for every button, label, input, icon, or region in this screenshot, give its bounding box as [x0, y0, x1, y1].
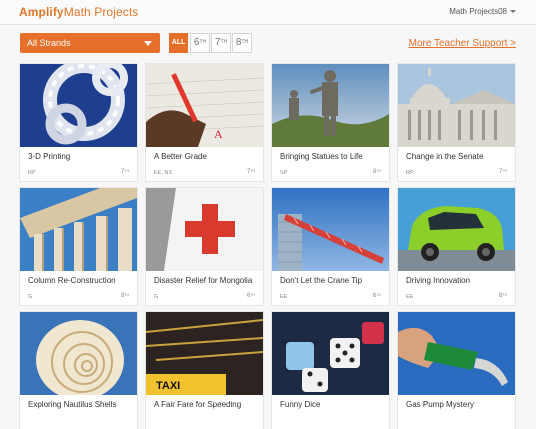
project-title: Don't Let the Crane Tip: [280, 276, 363, 285]
strand-select-value: All Strands: [27, 38, 71, 48]
project-grade: 6TH: [373, 293, 381, 299]
project-image: [272, 64, 389, 147]
project-grade: 6TH: [247, 293, 255, 299]
project-title: Funny Dice: [280, 400, 321, 409]
grade-suffix: TH: [124, 169, 129, 173]
project-card-column-re-construction[interactable]: Column Re-Construction G 8TH: [20, 188, 137, 305]
project-title: Gas Pump Mystery: [406, 400, 475, 409]
project-title: A Fair Fare for Speeding: [154, 400, 242, 409]
project-image: [20, 312, 137, 395]
grade-suffix: TH: [376, 293, 381, 297]
project-image: TAXI: [146, 312, 263, 395]
project-strand: G: [154, 294, 159, 300]
project-card-dont-let-the-crane-tip[interactable]: Don't Let the Crane Tip EE 6TH: [272, 188, 389, 305]
project-strand: RP: [28, 170, 36, 176]
grade-filter-all-label: ALL: [171, 39, 186, 46]
project-card-bringing-statues-to-life[interactable]: Bringing Statues to Life SP 8TH: [272, 64, 389, 181]
project-title: Column Re-Construction: [28, 276, 116, 285]
strand-select[interactable]: All Strands: [20, 33, 160, 53]
dropdown-arrow-icon: [144, 41, 152, 46]
project-card-exploring-nautilus-shells[interactable]: Exploring Nautilus Shells: [20, 312, 137, 429]
project-strand: EE, NS: [154, 170, 173, 176]
grade-suffix: TH: [502, 169, 507, 173]
project-image: [398, 64, 515, 147]
grade-filter-6[interactable]: 6TH: [190, 33, 210, 53]
project-image: [272, 188, 389, 271]
grade-suffix: TH: [376, 169, 381, 173]
project-grade: 7TH: [499, 169, 507, 175]
project-strand: RP: [406, 170, 414, 176]
user-menu[interactable]: Math Projects08: [449, 7, 516, 16]
project-card-funny-dice[interactable]: Funny Dice: [272, 312, 389, 429]
project-strand: G: [28, 294, 33, 300]
more-teacher-support-link[interactable]: More Teacher Support >: [409, 38, 516, 49]
project-image: [20, 188, 137, 271]
grade-filter-all[interactable]: ALL: [169, 33, 188, 53]
svg-text:TAXI: TAXI: [156, 380, 180, 392]
project-image: [20, 64, 137, 147]
grade-suffix: TH: [250, 169, 255, 173]
project-strand: EE: [406, 294, 414, 300]
grade-6-suffix: TH: [199, 39, 207, 45]
project-title: Disaster Relief for Mongolia: [154, 276, 253, 285]
project-image: [398, 188, 515, 271]
project-grade: 7TH: [121, 169, 129, 175]
project-grade: 8TH: [373, 169, 381, 175]
grade-filter-7[interactable]: 7TH: [211, 33, 231, 53]
project-title: Change in the Senate: [406, 152, 484, 161]
user-name: Math Projects08: [449, 7, 507, 16]
project-image: [398, 312, 515, 395]
svg-text:A: A: [214, 127, 223, 141]
grade-7-suffix: TH: [220, 39, 228, 45]
chevron-down-icon: [510, 10, 516, 14]
project-card-a-fair-fare-for-speeding[interactable]: TAXI A Fair Fare for Speeding: [146, 312, 263, 429]
brand-amplify: Amplify: [19, 5, 64, 19]
project-title: Driving Innovation: [406, 276, 471, 285]
project-title: Bringing Statues to Life: [280, 152, 363, 161]
project-strand: SP: [280, 170, 288, 176]
project-card-gas-pump-mystery[interactable]: Gas Pump Mystery: [398, 312, 515, 429]
project-card-driving-innovation[interactable]: Driving Innovation EE 8TH: [398, 188, 515, 305]
grade-suffix: TH: [502, 293, 507, 297]
project-image: [272, 312, 389, 395]
project-image: [146, 188, 263, 271]
grade-filter-8[interactable]: 8TH: [232, 33, 252, 53]
project-strand: EE: [280, 294, 288, 300]
project-image: A: [146, 64, 263, 147]
project-card-disaster-relief-for-mongolia[interactable]: Disaster Relief for Mongolia G 6TH: [146, 188, 263, 305]
brand-math-projects: Math Projects: [63, 5, 139, 19]
project-card-3d-printing[interactable]: 3-D Printing RP 7TH: [20, 64, 137, 181]
project-title: 3-D Printing: [28, 152, 71, 161]
project-grade: 8TH: [121, 293, 129, 299]
project-card-a-better-grade[interactable]: A A Better Grade EE, NS 7TH: [146, 64, 263, 181]
grade-8-suffix: TH: [241, 39, 249, 45]
project-title: A Better Grade: [154, 152, 207, 161]
grade-suffix: TH: [124, 293, 129, 297]
project-grade: 7TH: [247, 169, 255, 175]
project-title: Exploring Nautilus Shells: [28, 400, 117, 409]
project-card-change-in-the-senate[interactable]: Change in the Senate RP 7TH: [398, 64, 515, 181]
top-bar: AmplifyMath Projects Math Projects08: [0, 0, 536, 25]
grade-suffix: TH: [250, 293, 255, 297]
app-logo[interactable]: AmplifyMath Projects: [19, 5, 138, 19]
project-grade: 8TH: [499, 293, 507, 299]
